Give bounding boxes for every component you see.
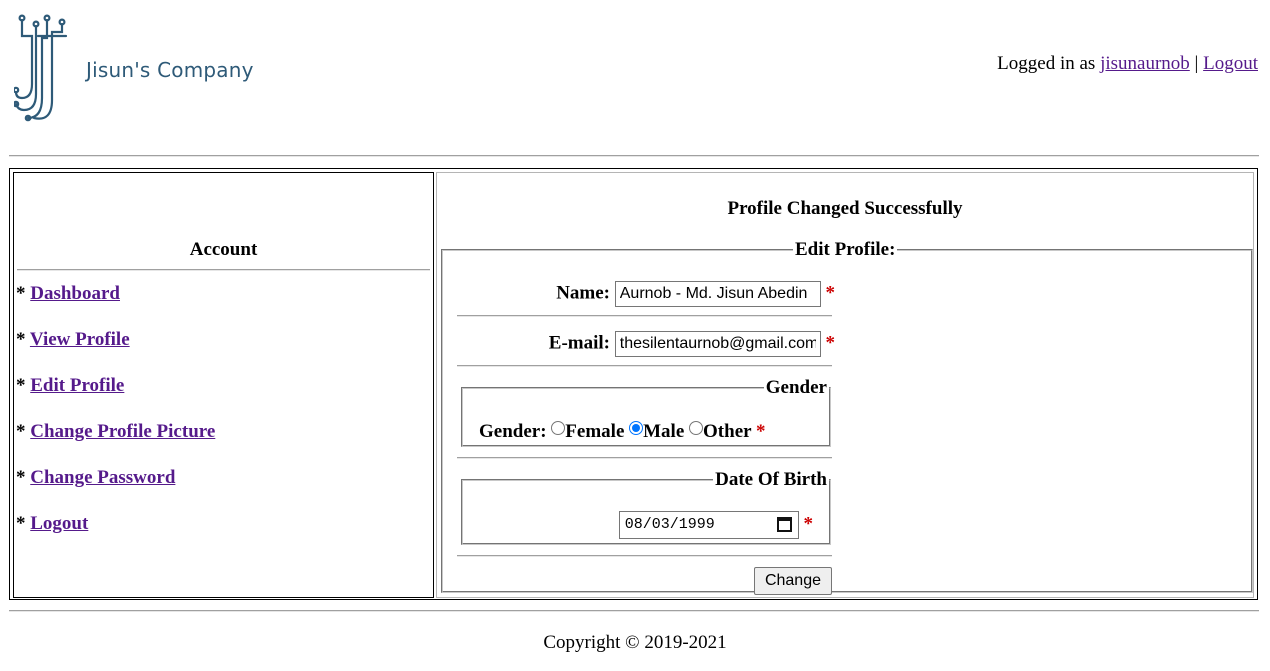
company-logo-icon xyxy=(12,14,68,122)
header-logout-link[interactable]: Logout xyxy=(1203,53,1258,74)
form-divider xyxy=(457,315,832,317)
sidebar-logout-link[interactable]: Logout xyxy=(30,513,88,534)
dashboard-link[interactable]: Dashboard xyxy=(30,283,120,304)
username-link[interactable]: jisunaurnob xyxy=(1100,53,1190,74)
gender-female-label: Female xyxy=(565,421,625,442)
status-message: Profile Changed Successfully xyxy=(727,198,963,219)
name-input[interactable] xyxy=(614,281,821,307)
edit-profile-legend: Edit Profile: xyxy=(795,239,896,260)
copyright-text: Copyright © 2019-2021 xyxy=(543,632,727,653)
email-row: E-mail: * xyxy=(549,331,835,357)
gender-legend: Gender xyxy=(765,377,827,398)
company-name: Jisun's Company xyxy=(86,58,254,82)
name-row: Name: * xyxy=(556,281,835,307)
required-mark: * xyxy=(803,513,814,535)
account-menu: * Dashboard * View Profile * Edit Profil… xyxy=(16,283,215,559)
gender-fieldset: Gender Gender: Female Male Other * xyxy=(461,377,831,447)
footer-divider xyxy=(9,610,1259,612)
account-sidebar: Account * Dashboard * View Profile * Edi… xyxy=(13,172,434,598)
logged-in-label: Logged in as xyxy=(997,53,1096,74)
edit-profile-fieldset: Edit Profile: Name: * E-mail: * xyxy=(441,239,1253,595)
view-profile-link[interactable]: View Profile xyxy=(30,329,130,350)
gender-row: Gender: Female Male Other * xyxy=(479,421,765,443)
gender-male-radio[interactable] xyxy=(629,421,644,435)
edit-profile-link[interactable]: Edit Profile xyxy=(30,375,124,396)
gender-male-label: Male xyxy=(643,421,685,442)
email-label: E-mail: xyxy=(548,332,610,354)
bullet: * xyxy=(16,467,26,488)
content-area: Profile Changed Successfully Edit Profil… xyxy=(436,172,1254,598)
sidebar-divider xyxy=(17,269,430,271)
change-button[interactable]: Change xyxy=(753,567,832,595)
sidebar-title: Account xyxy=(189,239,258,260)
bullet: * xyxy=(16,421,26,442)
dob-date-input[interactable]: 08/03/1999 xyxy=(618,511,799,539)
login-separator: | xyxy=(1194,53,1199,74)
bullet: * xyxy=(16,283,26,304)
dob-fieldset: Date Of Birth 08/03/1999 * xyxy=(461,469,831,545)
sidebar-item-change-profile-picture: * Change Profile Picture xyxy=(16,421,215,467)
sidebar-item-edit-profile: * Edit Profile xyxy=(16,375,215,421)
name-label: Name: xyxy=(556,282,610,304)
sidebar-item-view-profile: * View Profile xyxy=(16,329,215,375)
main-layout-table: Account * Dashboard * View Profile * Edi… xyxy=(9,168,1258,600)
bullet: * xyxy=(16,513,26,534)
header-divider xyxy=(9,155,1259,157)
form-divider xyxy=(457,555,832,557)
change-profile-picture-link[interactable]: Change Profile Picture xyxy=(30,421,215,442)
gender-female-radio[interactable] xyxy=(551,421,566,435)
change-password-link[interactable]: Change Password xyxy=(30,467,175,488)
dob-row: 08/03/1999 * xyxy=(618,511,814,539)
required-mark: * xyxy=(825,282,836,304)
gender-other-radio[interactable] xyxy=(689,421,704,435)
sidebar-item-change-password: * Change Password xyxy=(16,467,215,513)
company-logo: Jisun's Company xyxy=(12,14,274,124)
bullet: * xyxy=(16,375,26,396)
form-divider xyxy=(457,457,832,459)
calendar-icon[interactable] xyxy=(776,517,792,532)
required-mark: * xyxy=(755,421,766,442)
gender-other-label: Other xyxy=(703,421,752,442)
sidebar-item-dashboard: * Dashboard xyxy=(16,283,215,329)
sidebar-item-logout: * Logout xyxy=(16,513,215,559)
gender-label: Gender: xyxy=(479,421,547,442)
required-mark: * xyxy=(825,332,836,354)
dob-legend: Date Of Birth xyxy=(715,469,827,490)
email-input[interactable] xyxy=(614,331,821,357)
dob-value: 08/03/1999 xyxy=(624,516,715,533)
bullet: * xyxy=(16,329,26,350)
form-divider xyxy=(457,365,832,367)
login-info: Logged in as jisunaurnob | Logout xyxy=(997,53,1258,75)
